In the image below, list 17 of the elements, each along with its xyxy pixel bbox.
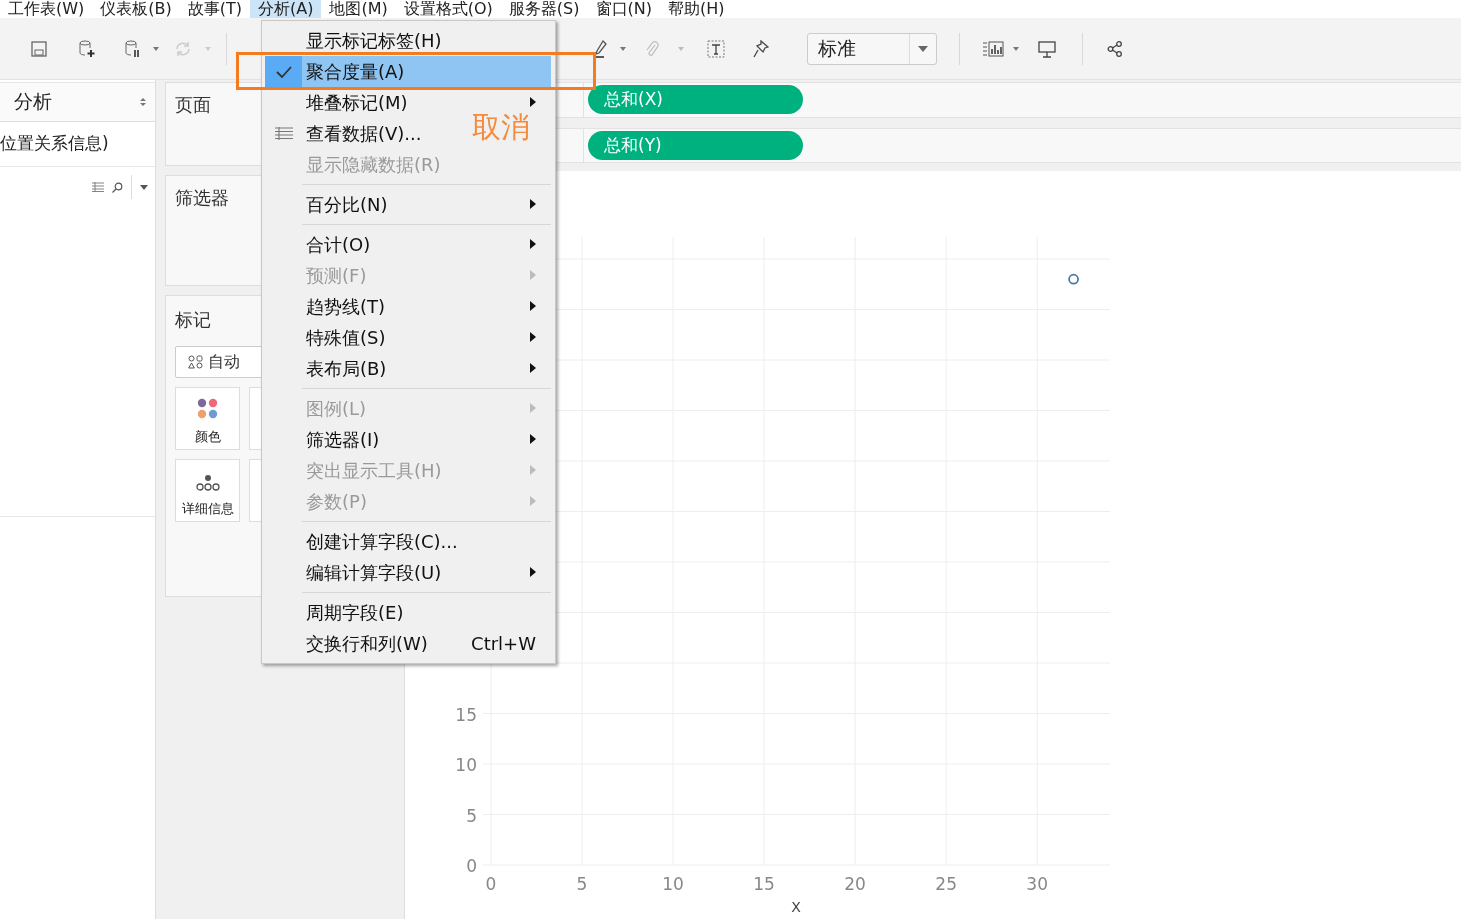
x-axis-label: 0 [485, 874, 497, 894]
x-axis-label: 20 [844, 874, 866, 894]
y-axis-label: 15 [455, 704, 477, 725]
x-axis-label: 15 [753, 874, 775, 894]
x-axis-label: 5 [576, 874, 588, 894]
card-title: 筛选器 [175, 186, 229, 210]
y-axis-label: 0 [466, 856, 477, 876]
x-axis-label: 30 [1026, 874, 1048, 894]
x-axis-label: 25 [935, 874, 957, 894]
x-axis-label: 10 [662, 874, 684, 894]
card-title: 标记 [175, 308, 211, 332]
x-axis-title: X [791, 899, 801, 915]
pane-title: 分析 [14, 89, 52, 114]
annotation-text: 取消 [472, 112, 530, 142]
y-axis-label: 10 [455, 755, 477, 775]
card-title: 页面 [175, 93, 211, 117]
y-axis-label: 5 [466, 805, 477, 826]
